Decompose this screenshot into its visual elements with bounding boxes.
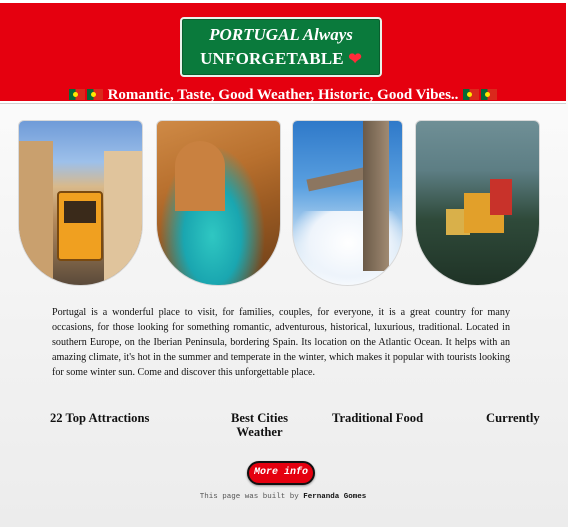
link-weather-label[interactable]: Weather xyxy=(236,425,282,439)
tagline-text: Romantic, Taste, Good Weather, Historic,… xyxy=(107,87,459,103)
heart-icon: ❤ xyxy=(348,51,362,68)
gallery-image-christ-statue xyxy=(292,120,403,286)
link-best-cities[interactable]: Best Cities Weather xyxy=(213,411,306,439)
more-info-button[interactable]: More info xyxy=(247,461,315,485)
portugal-flag-icon xyxy=(68,89,85,100)
portugal-flag-icon xyxy=(481,89,498,100)
page: PORTUGAL Always UNFORGETABLE ❤ Romantic,… xyxy=(0,0,568,527)
link-traditional-food[interactable]: Traditional Food xyxy=(332,411,423,426)
tram-shape xyxy=(57,191,103,261)
tagline: Romantic, Taste, Good Weather, Historic,… xyxy=(0,87,566,107)
site-title-line2-text: UNFORGETABLE xyxy=(200,49,344,68)
link-top-attractions[interactable]: 22 Top Attractions xyxy=(50,411,149,426)
portugal-flag-icon xyxy=(463,89,480,100)
link-best-cities-label[interactable]: Best Cities xyxy=(231,411,288,425)
site-title: PORTUGAL Always UNFORGETABLE ❤ xyxy=(180,17,382,77)
gallery-image-pena-palace xyxy=(415,120,540,286)
footer-author: Fernanda Gomes xyxy=(303,493,367,501)
site-title-line1: PORTUGAL Always xyxy=(209,25,353,44)
gallery-image-algarve-coast xyxy=(156,120,281,286)
footer-prefix: This page was built by xyxy=(199,493,299,501)
link-currently-weather[interactable]: Currently xyxy=(486,411,540,426)
site-title-line2: UNFORGETABLE ❤ xyxy=(182,49,380,69)
portugal-flag-icon xyxy=(86,89,103,100)
footer: This page was built by Fernanda Gomes xyxy=(0,493,566,501)
gallery-image-lisbon-tram xyxy=(18,120,143,286)
header-banner: PORTUGAL Always UNFORGETABLE ❤ Romantic,… xyxy=(0,3,566,103)
intro-paragraph: Portugal is a wonderful place to visit, … xyxy=(52,307,510,378)
